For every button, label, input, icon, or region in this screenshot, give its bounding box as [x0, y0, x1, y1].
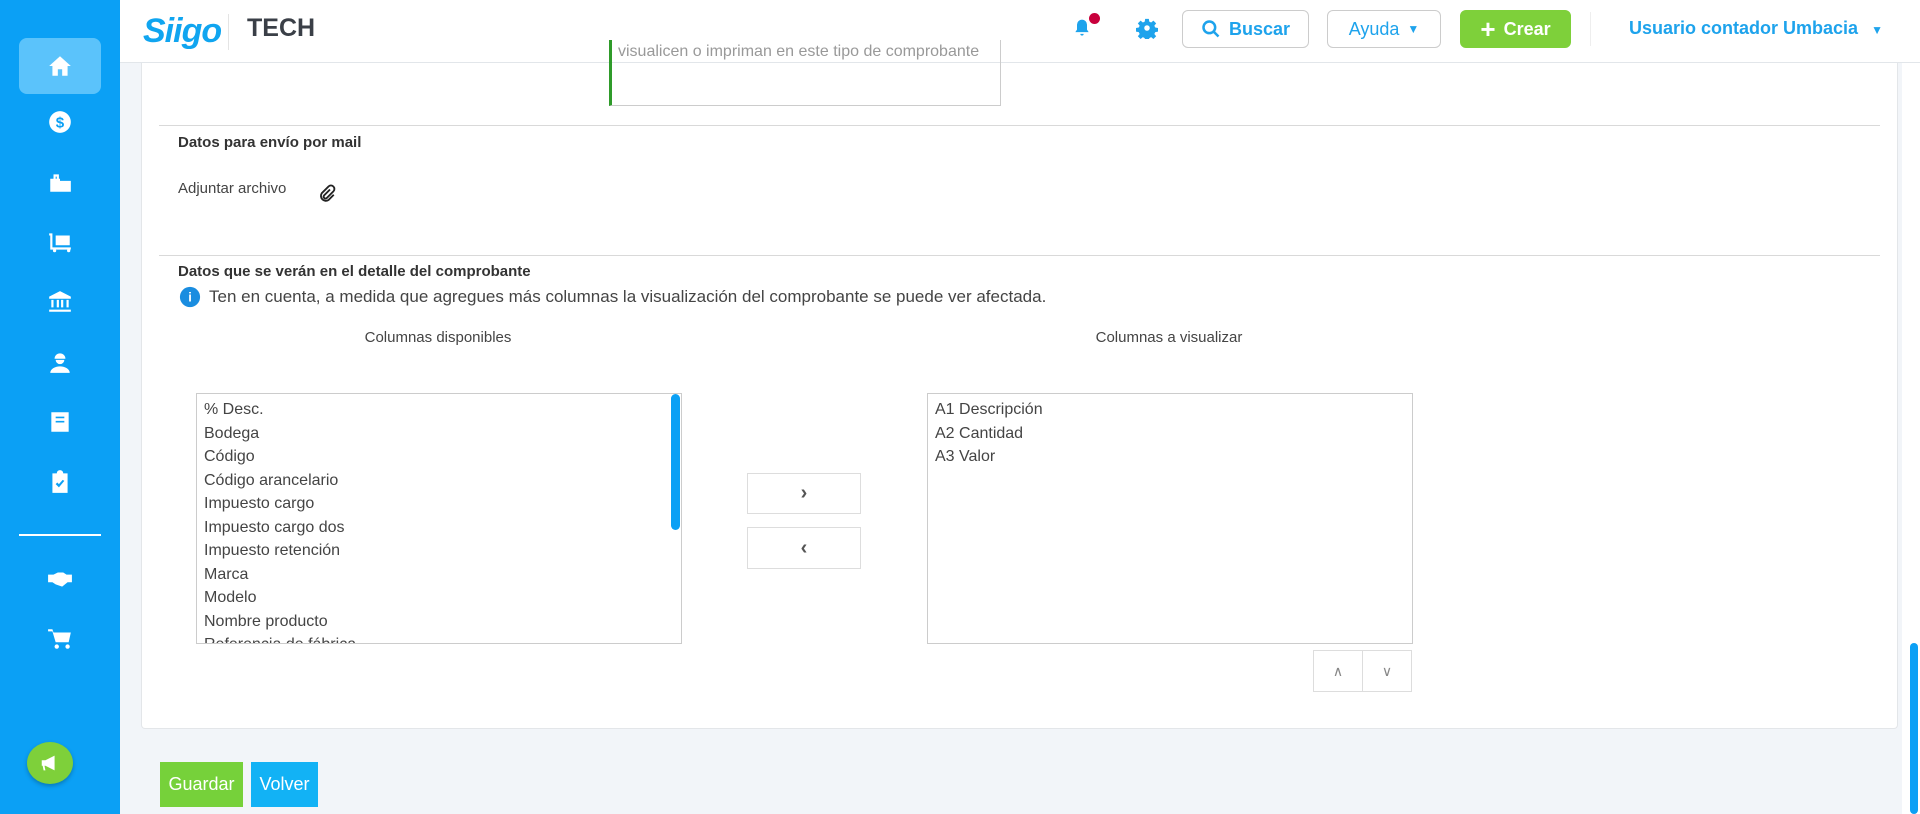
move-up-button[interactable]: ∧ — [1313, 650, 1363, 692]
sidebar-item-shopping[interactable] — [19, 154, 101, 210]
available-list-scrollbar[interactable] — [671, 394, 680, 530]
sidebar-item-bank[interactable] — [19, 274, 101, 330]
user-menu[interactable]: Usuario contador Umbacia ▼ — [1629, 18, 1883, 39]
dollar-icon: $ — [49, 111, 71, 133]
book-icon — [51, 412, 69, 432]
available-columns-title: Columnas disponibles — [364, 329, 512, 346]
svg-text:i: i — [188, 290, 192, 305]
sidebar-item-employees[interactable] — [19, 334, 101, 390]
visible-columns-title: Columnas a visualizar — [1095, 329, 1243, 346]
list-item[interactable]: Referencia de fábrica — [204, 633, 674, 643]
company-name: TECH — [247, 14, 316, 42]
attach-label: Adjuntar archivo — [178, 180, 287, 197]
sidebar-divider — [19, 534, 101, 536]
notification-badge — [1089, 13, 1100, 24]
move-left-button[interactable]: ‹ — [747, 527, 861, 569]
chevron-up-icon: ∧ — [1332, 662, 1344, 679]
sidebar-item-cart[interactable] — [19, 611, 101, 667]
dolly-icon — [49, 233, 71, 253]
top-header: Siigo TECH Buscar Ayuda ▼ + Crear Usuari… — [120, 0, 1920, 63]
clipboard-check-icon — [52, 470, 68, 493]
chevron-down-icon: ▼ — [1871, 23, 1883, 37]
search-label: Buscar — [1228, 18, 1291, 39]
paperclip-icon[interactable] — [318, 184, 336, 204]
search-button[interactable]: Buscar — [1182, 10, 1309, 48]
sidebar-item-inventory[interactable] — [19, 214, 101, 270]
back-button[interactable]: Volver — [251, 762, 318, 807]
list-item[interactable]: Modelo — [204, 586, 674, 610]
sidebar-item-dollar[interactable]: $ — [19, 94, 101, 150]
mail-section-title: Datos para envío por mail — [178, 134, 362, 151]
chevron-left-icon: ‹ — [800, 536, 808, 559]
detail-section-title: Datos que se verán en el detalle del com… — [178, 263, 531, 280]
gear-icon[interactable] — [1136, 17, 1158, 39]
announcements-button[interactable] — [27, 742, 73, 784]
help-label: Ayuda — [1348, 18, 1400, 39]
svg-text:$: $ — [56, 114, 65, 131]
handshake-icon — [48, 572, 72, 587]
list-item[interactable]: Código — [204, 445, 674, 469]
logo-divider — [228, 14, 229, 50]
list-item[interactable]: Código arancelario — [204, 469, 674, 493]
shopping-bag-icon — [50, 174, 71, 192]
visible-columns-list[interactable]: A1 Descripción A2 Cantidad A3 Valor — [927, 393, 1413, 644]
info-icon: i — [179, 286, 201, 308]
bank-icon — [49, 291, 71, 312]
move-down-button[interactable]: ∨ — [1362, 650, 1412, 692]
list-item[interactable]: % Desc. — [204, 398, 674, 422]
list-item[interactable]: Bodega — [204, 422, 674, 446]
sidebar-item-partners[interactable] — [19, 551, 101, 607]
chevron-down-icon: ∨ — [1381, 662, 1393, 679]
create-button[interactable]: + Crear — [1460, 10, 1571, 48]
list-item[interactable]: A1 Descripción — [935, 398, 1405, 422]
section-divider — [159, 255, 1880, 256]
worker-icon — [50, 353, 70, 373]
available-columns-list[interactable]: % Desc. Bodega Código Código arancelario Imp… — [196, 393, 682, 644]
cart-icon — [48, 629, 71, 649]
header-divider — [1590, 12, 1591, 46]
sidebar-item-tasks[interactable] — [19, 454, 101, 510]
list-item[interactable]: A2 Cantidad — [935, 422, 1405, 446]
list-item[interactable]: Impuesto cargo — [204, 492, 674, 516]
list-item[interactable]: Nombre producto — [204, 610, 674, 634]
chevron-right-icon: › — [800, 482, 808, 504]
sidebar-item-book[interactable] — [19, 394, 101, 450]
megaphone-icon — [41, 755, 55, 771]
list-item[interactable]: Impuesto cargo dos — [204, 516, 674, 540]
section-divider — [159, 125, 1880, 126]
siigo-logo[interactable]: Siigo — [143, 12, 222, 51]
help-dropdown[interactable]: Ayuda ▼ — [1327, 10, 1441, 48]
plus-icon: + — [1480, 14, 1496, 44]
user-name: Usuario contador Umbacia — [1629, 18, 1859, 38]
save-button[interactable]: Guardar — [160, 762, 243, 807]
move-right-button[interactable]: › — [747, 473, 861, 514]
info-text: Ten en cuenta, a medida que agregues más… — [209, 287, 1047, 306]
sidebar-item-home[interactable] — [19, 38, 101, 94]
notes-textarea[interactable]: visualicen o impriman en este tipo de co… — [609, 40, 1001, 106]
search-icon — [1202, 20, 1220, 38]
sidebar: $ — [0, 0, 120, 814]
list-item[interactable]: A3 Valor — [935, 445, 1405, 469]
home-icon — [49, 56, 71, 76]
list-item[interactable]: Impuesto retención — [204, 539, 674, 563]
page-scrollbar-thumb[interactable] — [1910, 643, 1918, 814]
create-label: Crear — [1503, 18, 1551, 39]
list-item[interactable]: Marca — [204, 563, 674, 587]
chevron-down-icon: ▼ — [1407, 22, 1420, 36]
